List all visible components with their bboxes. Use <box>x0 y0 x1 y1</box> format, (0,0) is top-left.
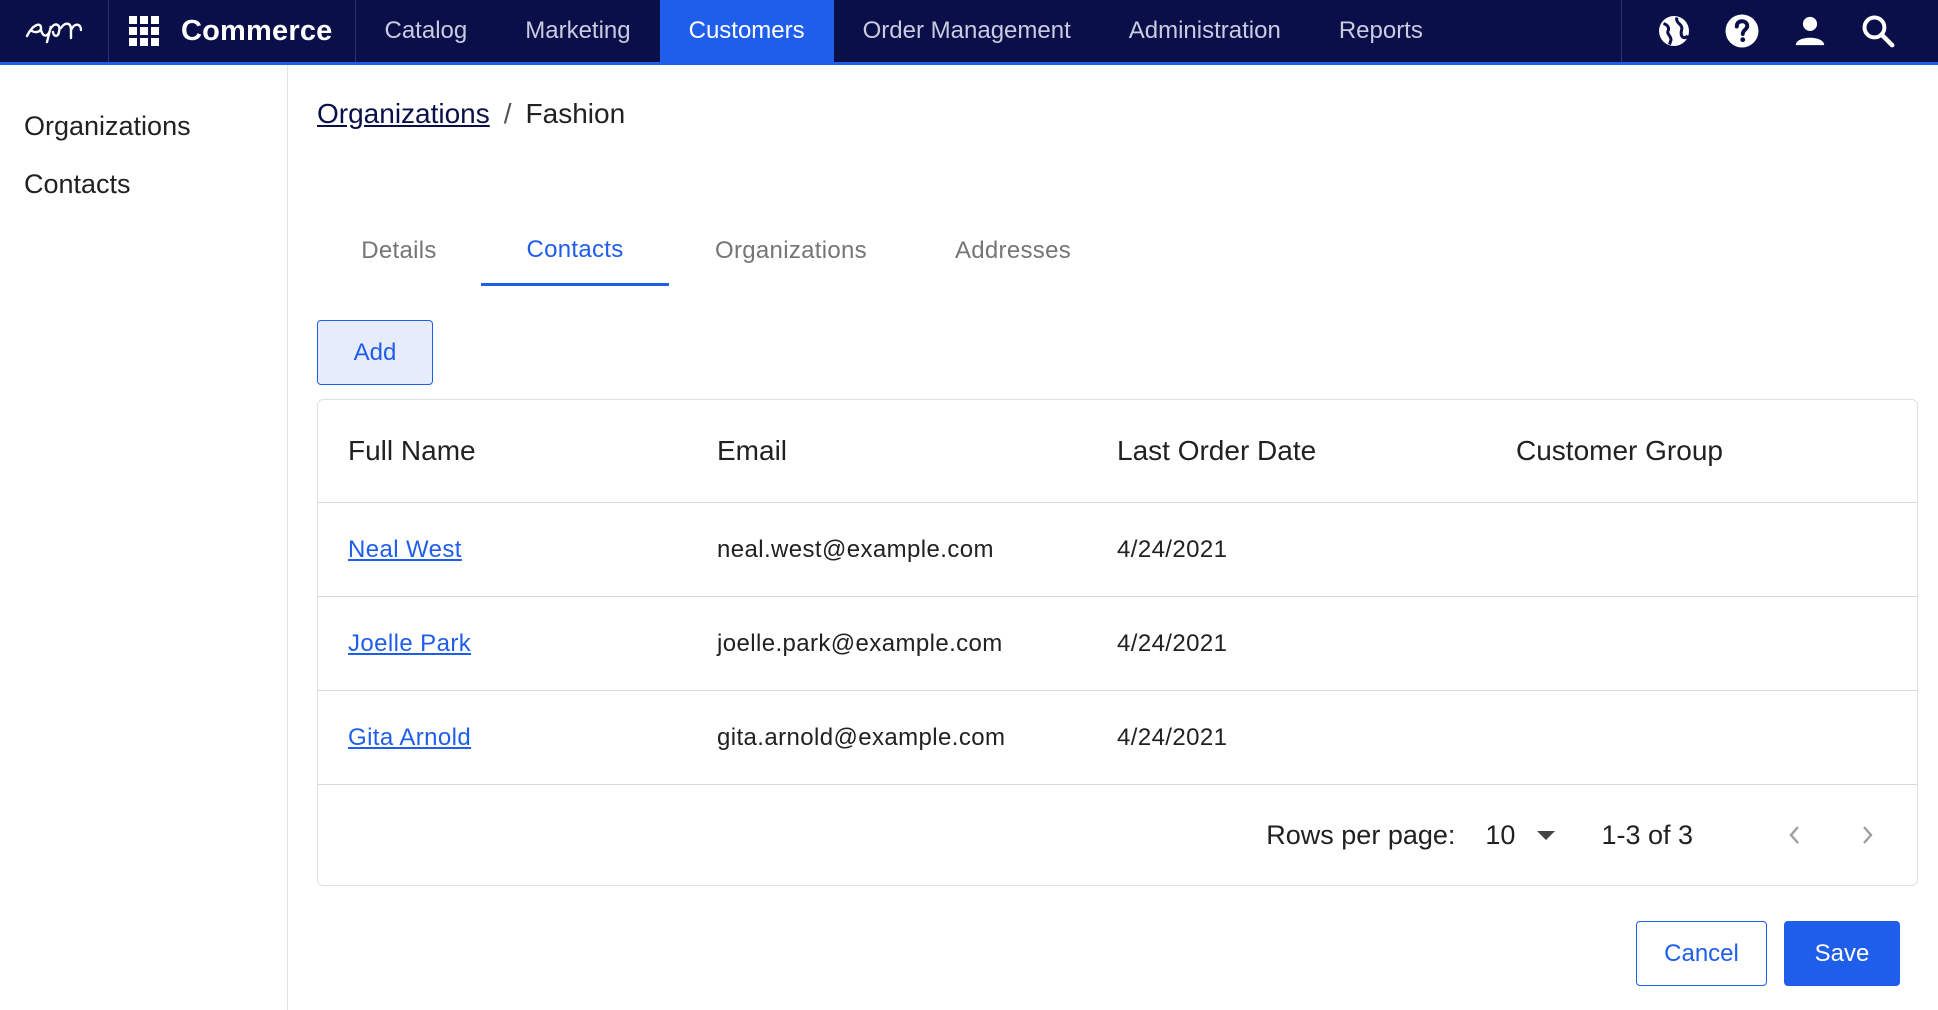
table-header: Full Name Email Last Order Date Customer… <box>318 400 1917 503</box>
table-row: Neal West neal.west@example.com 4/24/202… <box>318 503 1917 597</box>
breadcrumb-separator: / <box>503 98 512 129</box>
nav-catalog[interactable]: Catalog <box>356 0 497 62</box>
contact-last-order-date: 4/24/2021 <box>1117 535 1228 563</box>
chevron-left-icon <box>1789 826 1799 844</box>
nav-marketing[interactable]: Marketing <box>496 0 659 62</box>
tab-details[interactable]: Details <box>317 216 481 286</box>
column-header-last-order-date[interactable]: Last Order Date <box>1117 435 1516 467</box>
column-header-customer-group[interactable]: Customer Group <box>1516 435 1816 467</box>
contact-name-link[interactable]: Joelle Park <box>348 630 471 657</box>
pagination: Rows per page: 10 1-3 of 3 <box>318 785 1917 885</box>
app-switcher[interactable]: Commerce <box>109 0 356 62</box>
table-row: Gita Arnold gita.arnold@example.com 4/24… <box>318 691 1917 785</box>
contact-last-order-date: 4/24/2021 <box>1117 723 1228 751</box>
tab-addresses[interactable]: Addresses <box>913 216 1113 286</box>
add-contact-button[interactable]: Add <box>317 320 433 385</box>
nav-administration[interactable]: Administration <box>1100 0 1310 62</box>
nav-customers[interactable]: Customers <box>659 0 834 62</box>
sidebar: Organizations Contacts <box>0 65 288 1010</box>
rows-per-page-select[interactable]: 10 <box>1485 819 1556 851</box>
contact-email: gita.arnold@example.com <box>717 723 1006 751</box>
nav-reports[interactable]: Reports <box>1310 0 1452 62</box>
contact-email: neal.west@example.com <box>717 535 994 563</box>
breadcrumb-current: Fashion <box>525 98 626 129</box>
contacts-table: Full Name Email Last Order Date Customer… <box>317 399 1918 886</box>
save-button[interactable]: Save <box>1784 921 1900 986</box>
contact-name-link[interactable]: Neal West <box>348 536 462 563</box>
next-page-button[interactable] <box>1847 815 1887 855</box>
contact-email: joelle.park@example.com <box>717 629 1003 657</box>
column-header-full-name[interactable]: Full Name <box>318 435 717 467</box>
tab-organizations[interactable]: Organizations <box>669 216 913 286</box>
breadcrumb: Organizations / Fashion <box>317 98 625 130</box>
column-header-email[interactable]: Email <box>717 435 1117 467</box>
rows-per-page-value: 10 <box>1485 819 1516 850</box>
chevron-right-icon <box>1863 826 1873 844</box>
apps-grid-icon[interactable] <box>129 16 159 46</box>
globe-icon[interactable] <box>1654 11 1694 51</box>
rows-per-page-label: Rows per page: <box>1266 819 1456 850</box>
help-icon[interactable] <box>1722 11 1762 51</box>
table-row: Joelle Park joelle.park@example.com 4/24… <box>318 597 1917 691</box>
cancel-button[interactable]: Cancel <box>1636 921 1767 986</box>
main-nav: Catalog Marketing Customers Order Manage… <box>356 0 1452 62</box>
top-bar: Commerce Catalog Marketing Customers Ord… <box>0 0 1938 65</box>
app-title: Commerce <box>181 14 333 47</box>
caret-down-icon <box>1537 830 1556 840</box>
tab-bar: Details Contacts Organizations Addresses <box>317 216 1113 286</box>
pagination-range: 1-3 of 3 <box>1601 819 1693 850</box>
user-icon[interactable] <box>1790 11 1830 51</box>
top-icons <box>1621 0 1938 62</box>
sidebar-item-organizations[interactable]: Organizations <box>0 111 287 169</box>
previous-page-button[interactable] <box>1775 815 1815 855</box>
contact-last-order-date: 4/24/2021 <box>1117 629 1228 657</box>
epi-logo-icon[interactable] <box>0 0 109 62</box>
search-icon[interactable] <box>1858 11 1898 51</box>
sidebar-item-contacts[interactable]: Contacts <box>0 169 287 227</box>
breadcrumb-organizations-link[interactable]: Organizations <box>317 98 490 130</box>
contact-name-link[interactable]: Gita Arnold <box>348 724 471 751</box>
nav-order-management[interactable]: Order Management <box>834 0 1100 62</box>
tab-contacts[interactable]: Contacts <box>481 216 669 286</box>
